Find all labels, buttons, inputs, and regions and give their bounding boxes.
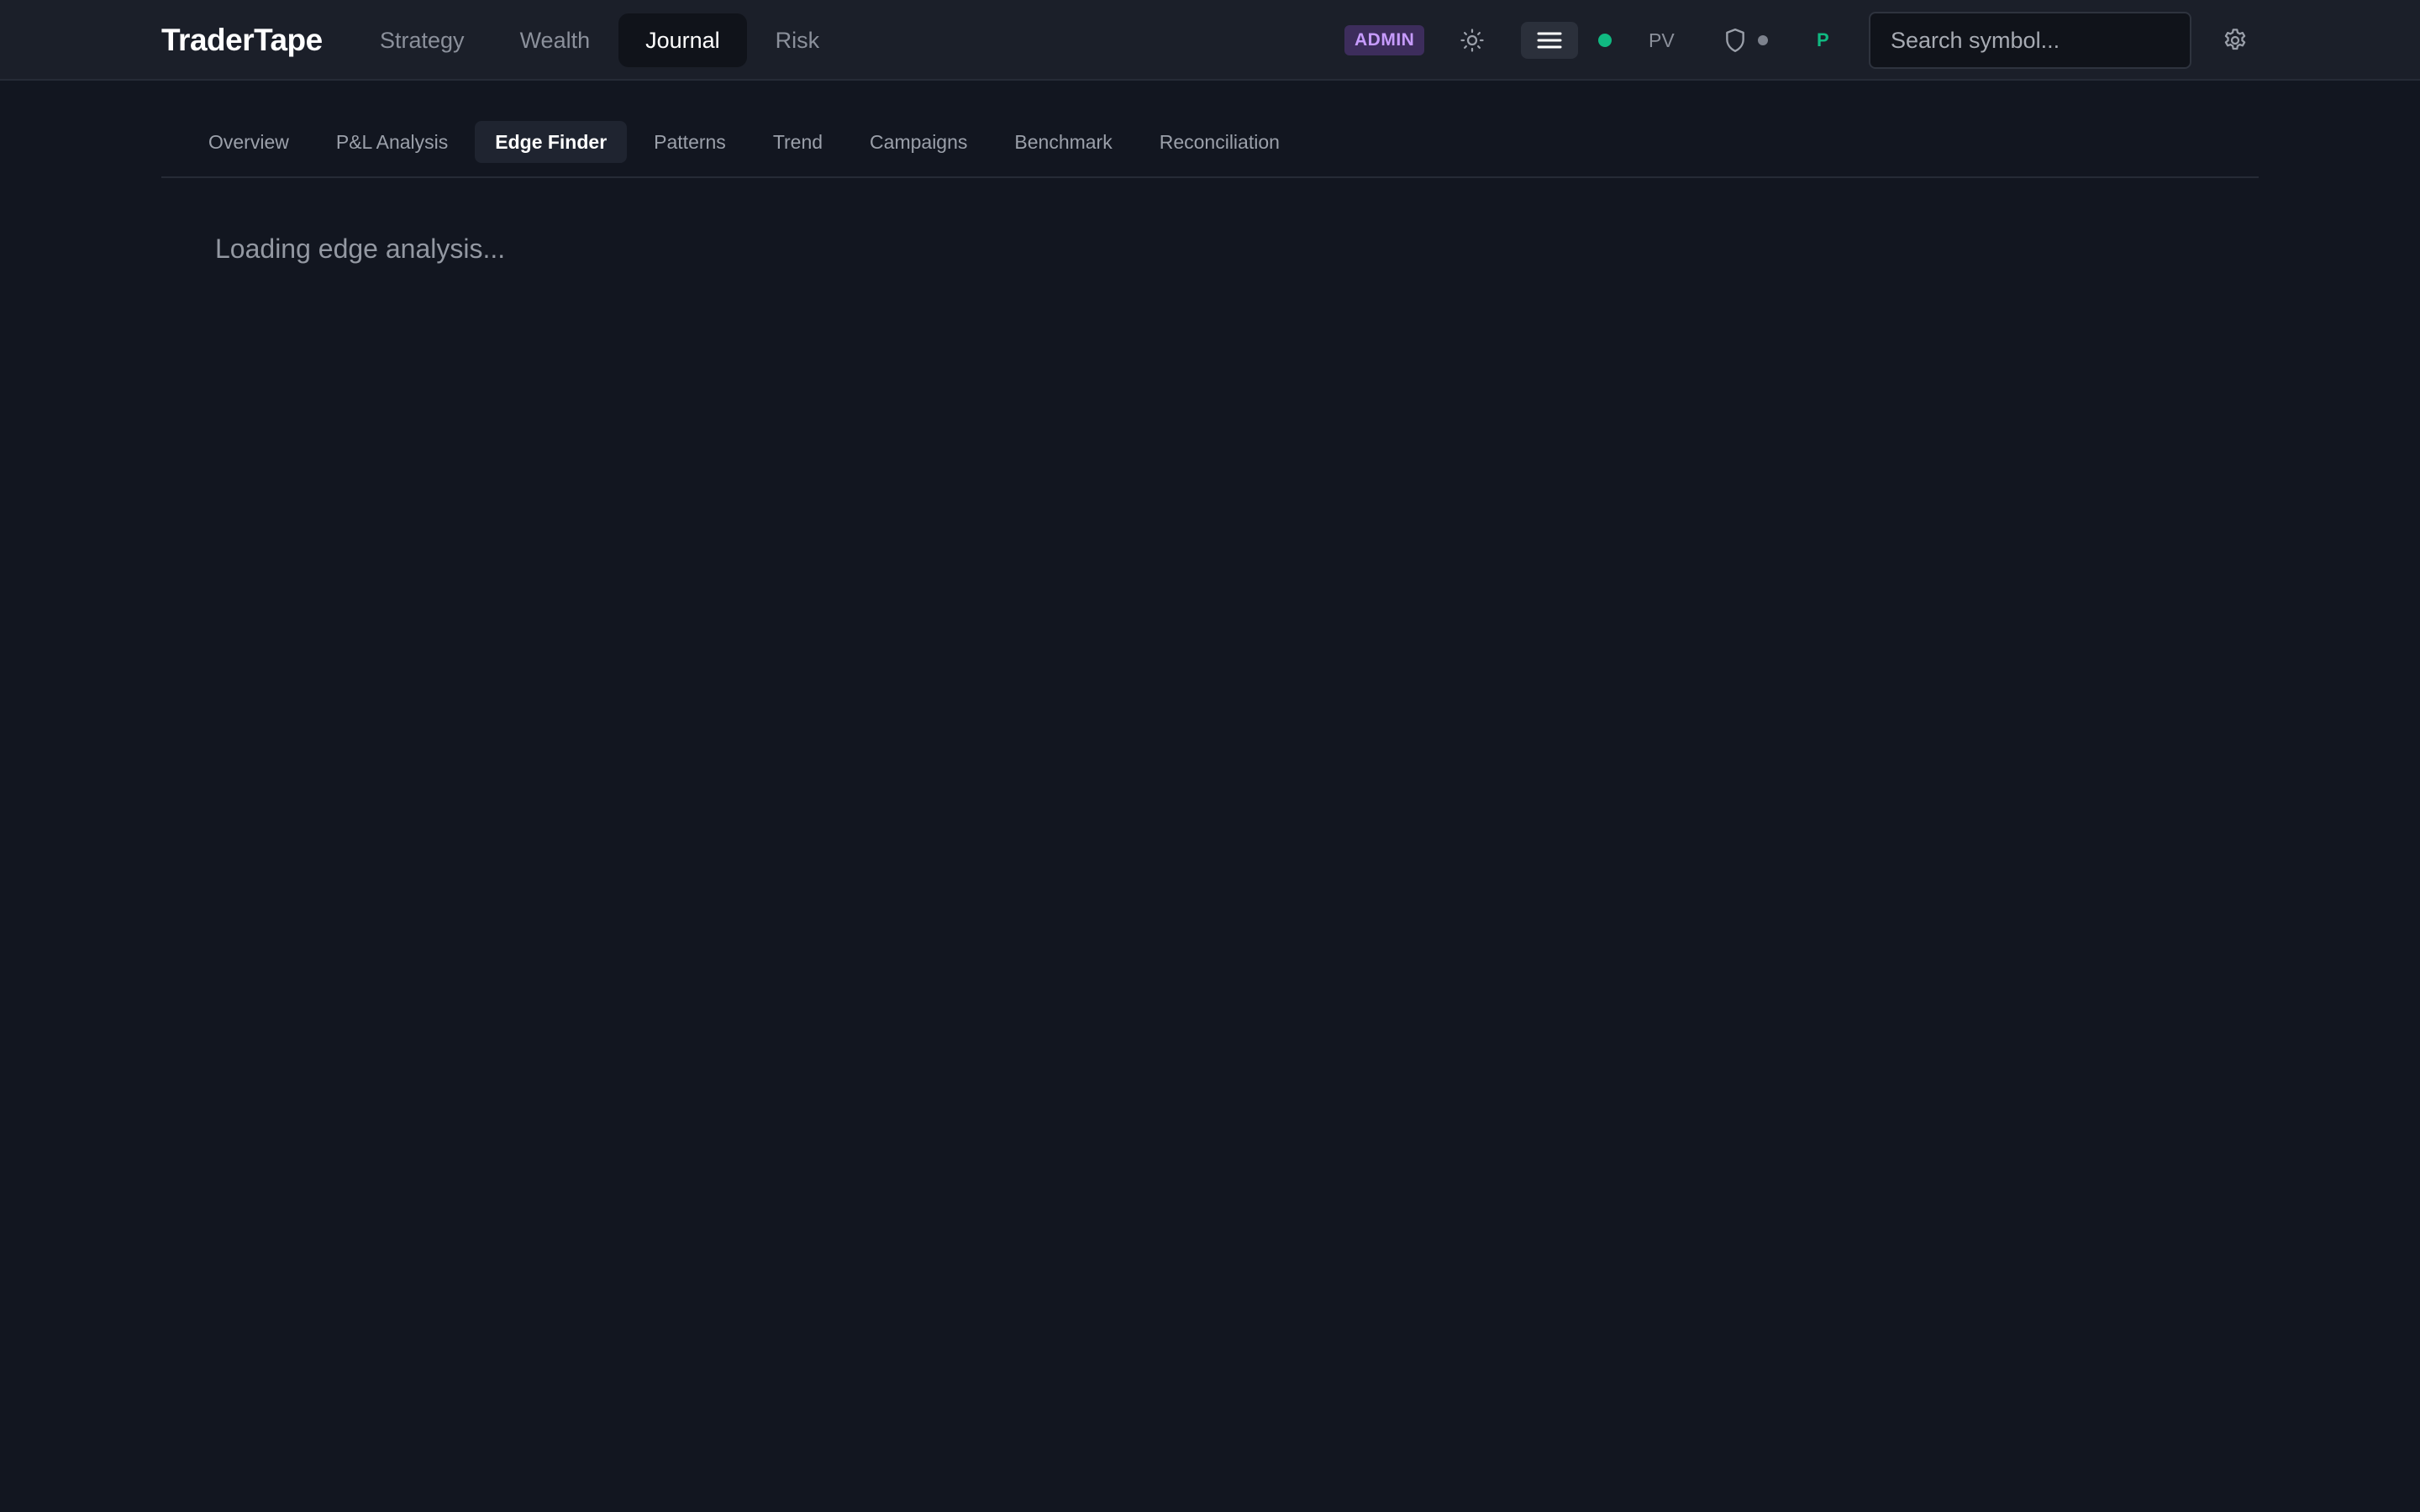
nav-item-journal[interactable]: Journal — [618, 13, 747, 67]
main-nav: Strategy Wealth Journal Risk — [353, 13, 848, 67]
tab-trend[interactable]: Trend — [753, 121, 843, 163]
sun-icon — [1460, 29, 1484, 52]
tab-benchmark[interactable]: Benchmark — [994, 121, 1132, 163]
admin-badge: ADMIN — [1344, 25, 1425, 55]
theme-toggle-button[interactable] — [1455, 24, 1489, 57]
shield-icon — [1726, 28, 1744, 53]
tab-edge-finder[interactable]: Edge Finder — [475, 121, 628, 163]
top-bar: TraderTape Strategy Wealth Journal Risk … — [0, 0, 2420, 81]
shield-status-dot — [1758, 35, 1768, 45]
tab-pnl-analysis[interactable]: P&L Analysis — [316, 121, 468, 163]
nav-item-wealth[interactable]: Wealth — [493, 13, 618, 67]
hamburger-menu-icon — [1537, 32, 1562, 49]
menu-button[interactable] — [1521, 22, 1578, 59]
journal-sub-nav: Overview P&L Analysis Edge Finder Patter… — [161, 121, 2259, 178]
tab-patterns[interactable]: Patterns — [634, 121, 746, 163]
gear-icon — [2224, 29, 2246, 50]
search-symbol-input[interactable] — [1869, 12, 2191, 69]
pv-label[interactable]: PV — [1649, 24, 1675, 57]
tab-reconciliation[interactable]: Reconciliation — [1139, 121, 1300, 163]
shield-button[interactable] — [1723, 25, 1748, 55]
connection-status-dot — [1598, 34, 1612, 47]
tab-campaigns[interactable]: Campaigns — [850, 121, 987, 163]
settings-button[interactable] — [2218, 24, 2252, 57]
nav-item-risk[interactable]: Risk — [749, 13, 847, 67]
brand-logo[interactable]: TraderTape — [161, 20, 323, 60]
loading-message: Loading edge analysis... — [215, 234, 506, 264]
tab-overview[interactable]: Overview — [188, 121, 309, 163]
tab-list: Overview P&L Analysis Edge Finder Patter… — [188, 121, 1307, 163]
profile-indicator[interactable]: P — [1817, 24, 1829, 57]
nav-item-strategy[interactable]: Strategy — [353, 13, 492, 67]
